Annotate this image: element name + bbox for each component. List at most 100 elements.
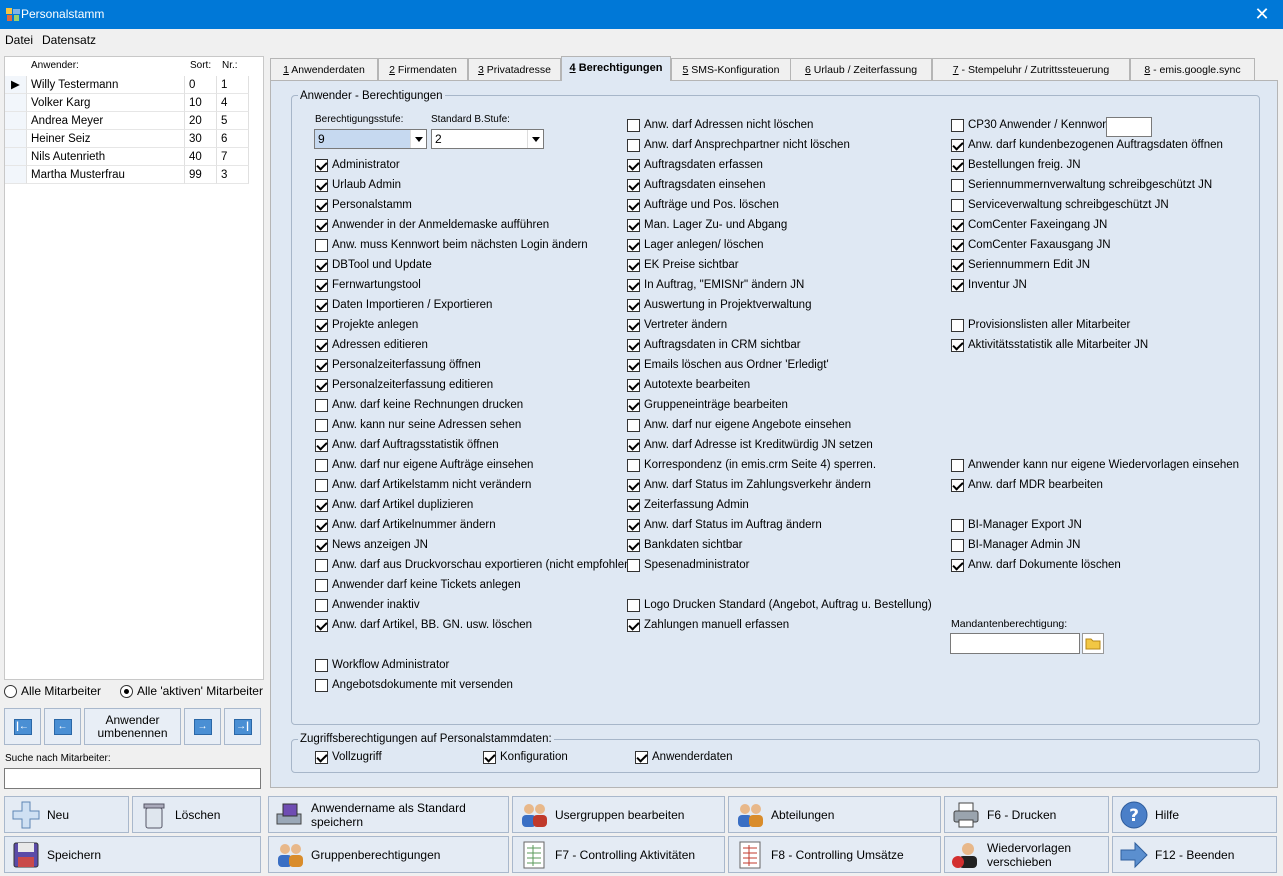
- perm-checkbox[interactable]: Anw. darf Dokumente löschen: [951, 557, 1121, 573]
- perm-checkbox[interactable]: Anw. darf nur eigene Angebote einsehen: [627, 417, 851, 433]
- delete-button[interactable]: Löschen: [132, 796, 261, 833]
- table-row[interactable]: Volker Karg 10 4: [5, 94, 249, 112]
- checkbox-box[interactable]: [315, 298, 328, 312]
- checkbox-box[interactable]: [627, 218, 640, 232]
- checkbox-box[interactable]: [315, 538, 328, 552]
- checkbox-box[interactable]: [315, 598, 328, 612]
- perm-checkbox[interactable]: EK Preise sichtbar: [627, 257, 739, 273]
- cell-name[interactable]: Andrea Meyer: [27, 112, 185, 130]
- checkbox-box[interactable]: [483, 750, 496, 764]
- checkbox-box[interactable]: [315, 378, 328, 392]
- table-row[interactable]: Andrea Meyer 20 5: [5, 112, 249, 130]
- checkbox-box[interactable]: [315, 678, 328, 692]
- checkbox-box[interactable]: [627, 558, 640, 572]
- perm-checkbox[interactable]: Workflow Administrator: [315, 657, 449, 673]
- radio-all-employees[interactable]: Alle Mitarbeiter: [4, 684, 101, 698]
- checkbox-box[interactable]: [315, 478, 328, 492]
- checkbox-box[interactable]: [951, 238, 964, 252]
- stufe-combo[interactable]: 9: [314, 129, 427, 149]
- tab-4[interactable]: 4 Berechtigungen: [561, 56, 671, 81]
- checkbox-box[interactable]: [627, 118, 640, 132]
- group-permissions-button[interactable]: Gruppenberechtigungen: [268, 836, 509, 873]
- cell-sort[interactable]: 30: [185, 130, 217, 148]
- perm-checkbox[interactable]: Personalzeiterfassung öffnen: [315, 357, 481, 373]
- tab-8[interactable]: 8 - emis.google.sync: [1130, 58, 1255, 80]
- cell-name[interactable]: Willy Testermann: [27, 76, 185, 94]
- perm-checkbox[interactable]: Seriennummernverwaltung schreibgeschützt…: [951, 177, 1212, 193]
- cell-nr[interactable]: 7: [217, 148, 249, 166]
- perm-checkbox[interactable]: Anw. darf Ansprechpartner nicht löschen: [627, 137, 850, 153]
- perm-checkbox[interactable]: Anwender inaktiv: [315, 597, 420, 613]
- perm-checkbox[interactable]: Daten Importieren / Exportieren: [315, 297, 492, 313]
- perm-checkbox[interactable]: Anw. darf Artikel, BB. GN. usw. löschen: [315, 617, 532, 633]
- checkbox-box[interactable]: [635, 750, 648, 764]
- table-row[interactable]: Heiner Seiz 30 6: [5, 130, 249, 148]
- rename-user-button[interactable]: Anwender umbenennen: [84, 708, 181, 745]
- access-checkbox[interactable]: Anwenderdaten: [635, 749, 733, 765]
- mandant-field[interactable]: [950, 633, 1080, 654]
- checkbox-box[interactable]: [627, 398, 640, 412]
- cell-nr[interactable]: 3: [217, 166, 249, 184]
- cell-name[interactable]: Heiner Seiz: [27, 130, 185, 148]
- perm-checkbox[interactable]: Anw. darf Status im Auftrag ändern: [627, 517, 822, 533]
- controlling-sales-button[interactable]: F8 - Controlling Umsätze: [728, 836, 941, 873]
- checkbox-box[interactable]: [627, 598, 640, 612]
- perm-checkbox[interactable]: Korrespondenz (in emis.crm Seite 4) sper…: [627, 457, 876, 473]
- perm-checkbox[interactable]: Bestellungen freig. JN: [951, 157, 1081, 173]
- checkbox-box[interactable]: [315, 278, 328, 292]
- checkbox-box[interactable]: [627, 238, 640, 252]
- perm-checkbox[interactable]: Logo Drucken Standard (Angebot, Auftrag …: [627, 597, 932, 613]
- menu-datensatz[interactable]: Datensatz: [42, 33, 96, 47]
- perm-checkbox[interactable]: Urlaub Admin: [315, 177, 401, 193]
- perm-checkbox[interactable]: Auftragsdaten einsehen: [627, 177, 765, 193]
- checkbox-box[interactable]: [951, 338, 964, 352]
- search-input[interactable]: [4, 768, 261, 789]
- checkbox-box[interactable]: [627, 438, 640, 452]
- checkbox-box[interactable]: [627, 258, 640, 272]
- chevron-down-icon[interactable]: [527, 130, 543, 148]
- print-button[interactable]: F6 - Drucken: [944, 796, 1109, 833]
- perm-checkbox[interactable]: Anwender darf keine Tickets anlegen: [315, 577, 521, 593]
- perm-checkbox[interactable]: Lager anlegen/ löschen: [627, 237, 764, 253]
- checkbox-box[interactable]: [627, 138, 640, 152]
- perm-checkbox[interactable]: Serviceverwaltung schreibgeschützt JN: [951, 197, 1169, 213]
- chevron-down-icon[interactable]: [410, 130, 426, 148]
- checkbox-box[interactable]: [315, 498, 328, 512]
- nav-first-button[interactable]: |←: [4, 708, 41, 745]
- checkbox-box[interactable]: [627, 478, 640, 492]
- checkbox-box[interactable]: [627, 418, 640, 432]
- cell-nr[interactable]: 6: [217, 130, 249, 148]
- checkbox-box[interactable]: [315, 158, 328, 172]
- checkbox-box[interactable]: [315, 258, 328, 272]
- checkbox-box[interactable]: [951, 118, 964, 132]
- checkbox-box[interactable]: [315, 458, 328, 472]
- checkbox-box[interactable]: [627, 518, 640, 532]
- perm-checkbox[interactable]: Gruppeneinträge bearbeiten: [627, 397, 788, 413]
- checkbox-box[interactable]: [951, 258, 964, 272]
- checkbox-box[interactable]: [315, 418, 328, 432]
- perm-checkbox[interactable]: Anw. darf Artikelnummer ändern: [315, 517, 496, 533]
- cell-nr[interactable]: 4: [217, 94, 249, 112]
- perm-checkbox[interactable]: Anw. darf Status im Zahlungsverkehr ände…: [627, 477, 871, 493]
- checkbox-box[interactable]: [315, 198, 328, 212]
- radio-circle[interactable]: [120, 684, 133, 698]
- cell-sort[interactable]: 0: [185, 76, 217, 94]
- perm-checkbox[interactable]: Auftragsdaten in CRM sichtbar: [627, 337, 801, 353]
- cell-sort[interactable]: 40: [185, 148, 217, 166]
- perm-checkbox[interactable]: Inventur JN: [951, 277, 1027, 293]
- perm-checkbox[interactable]: Anw. kann nur seine Adressen sehen: [315, 417, 521, 433]
- new-button[interactable]: Neu: [4, 796, 129, 833]
- help-button[interactable]: ? Hilfe: [1112, 796, 1277, 833]
- move-reminders-button[interactable]: Wiedervorlagen verschieben: [944, 836, 1109, 873]
- checkbox-box[interactable]: [315, 618, 328, 632]
- radio-circle[interactable]: [4, 684, 17, 698]
- perm-checkbox[interactable]: ComCenter Faxeingang JN: [951, 217, 1107, 233]
- tab-7[interactable]: 7 - Stempeluhr / Zutrittssteuerung: [932, 58, 1130, 80]
- checkbox-box[interactable]: [315, 578, 328, 592]
- perm-checkbox[interactable]: Administrator: [315, 157, 400, 173]
- perm-checkbox[interactable]: Anw. darf Artikelstamm nicht verändern: [315, 477, 531, 493]
- departments-button[interactable]: Abteilungen: [728, 796, 941, 833]
- table-row[interactable]: Martha Musterfrau 99 3: [5, 166, 249, 184]
- perm-checkbox[interactable]: ComCenter Faxausgang JN: [951, 237, 1111, 253]
- checkbox-box[interactable]: [951, 178, 964, 192]
